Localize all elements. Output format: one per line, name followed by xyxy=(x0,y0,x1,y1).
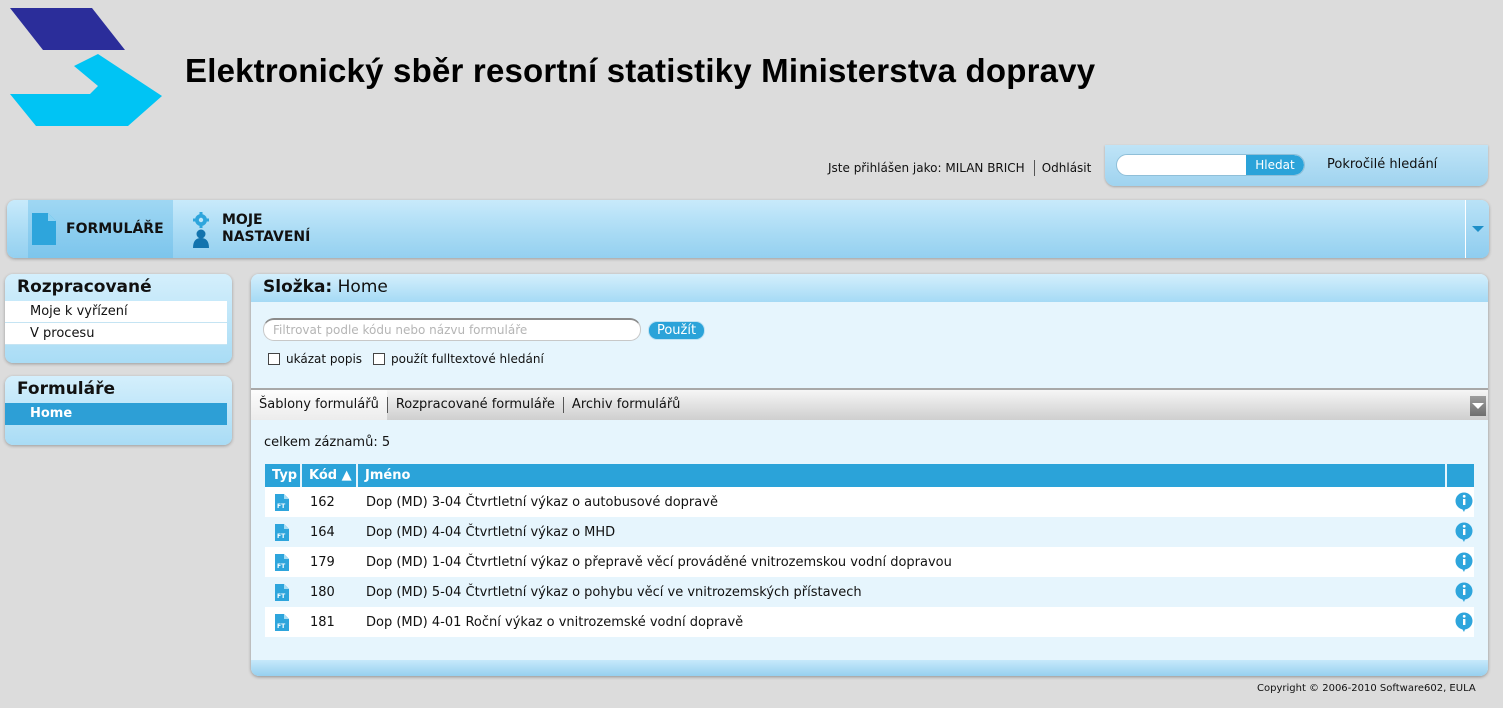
svg-text:FT: FT xyxy=(277,503,286,510)
info-cell xyxy=(1446,487,1474,517)
logout-link[interactable]: Odhlásit xyxy=(1042,161,1092,175)
search-field: Hledat xyxy=(1116,154,1305,176)
record-count: celkem záznamů: 5 xyxy=(264,435,391,450)
chevron-down-icon xyxy=(1471,226,1484,232)
form-template-icon: FT xyxy=(275,583,289,601)
show-description-option: ukázat popis xyxy=(268,352,362,366)
table-row[interactable]: FT 162 Dop (MD) 3-04 Čtvrtletní výkaz o … xyxy=(265,487,1474,517)
fulltext-checkbox[interactable] xyxy=(373,353,385,365)
svg-text:FT: FT xyxy=(277,623,286,630)
svg-text:FT: FT xyxy=(277,593,286,600)
tab-templates[interactable]: Šablony formulářů xyxy=(251,390,387,420)
nav-tab-forms-label: FORMULÁŘE xyxy=(66,221,164,237)
type-cell: FT xyxy=(265,517,301,547)
advanced-search-link[interactable]: Pokročilé hledání xyxy=(1327,157,1437,172)
user-bar: Jste přihlášen jako: MILAN BRICH Odhlási… xyxy=(828,160,1091,176)
info-icon[interactable] xyxy=(1455,552,1473,572)
app-title: Elektronický sběr resortní statistiky Mi… xyxy=(185,52,1096,89)
filter-field xyxy=(263,318,641,341)
tabs-dropdown-button[interactable] xyxy=(1470,396,1486,416)
panel-footer xyxy=(251,660,1488,676)
form-template-icon: FT xyxy=(275,613,289,631)
name-cell[interactable]: Dop (MD) 4-01 Roční výkaz o vnitrozemské… xyxy=(357,607,1446,637)
info-icon[interactable] xyxy=(1455,612,1473,632)
code-cell: 162 xyxy=(301,487,357,517)
column-header-type[interactable]: Typ xyxy=(265,464,302,487)
nav-tab-forms[interactable]: FORMULÁŘE xyxy=(28,200,173,258)
sidebar-wip-title: Rozpracované xyxy=(17,277,152,297)
form-template-icon: FT xyxy=(275,553,289,571)
tab-archive[interactable]: Archiv formulářů xyxy=(564,390,689,420)
folder-label: Složka: xyxy=(263,277,333,297)
info-cell xyxy=(1446,547,1474,577)
table-row[interactable]: FT 164 Dop (MD) 4-04 Čtvrtletní výkaz o … xyxy=(265,517,1474,547)
chevron-down-icon xyxy=(1472,403,1484,409)
info-icon[interactable] xyxy=(1455,492,1473,512)
main-nav: FORMULÁŘE MOJE NASTAVENÍ xyxy=(7,200,1489,258)
nav-tab-settings-label: MOJE NASTAVENÍ xyxy=(222,212,311,245)
column-header-name[interactable]: Jméno xyxy=(357,464,1447,487)
column-header-info xyxy=(1446,464,1474,487)
type-cell: FT xyxy=(265,487,301,517)
app-logo xyxy=(10,8,162,126)
table-row[interactable]: FT 181 Dop (MD) 4-01 Roční výkaz o vnitr… xyxy=(265,607,1474,637)
show-description-label: ukázat popis xyxy=(286,352,363,366)
type-cell: FT xyxy=(265,577,301,607)
gear-person-icon xyxy=(193,212,209,248)
column-header-code[interactable]: Kód ▲ xyxy=(301,464,358,487)
search-box: Hledat Pokročilé hledání xyxy=(1105,145,1488,186)
info-cell xyxy=(1446,577,1474,607)
sidebar-wip-box: Rozpracované Moje k vyřízení V procesu xyxy=(5,274,232,363)
info-icon[interactable] xyxy=(1455,582,1473,602)
apply-filter-button[interactable]: Použít xyxy=(648,321,705,340)
document-icon xyxy=(32,213,56,245)
code-cell: 181 xyxy=(301,607,357,637)
table-row[interactable]: FT 180 Dop (MD) 5-04 Čtvrtletní výkaz o … xyxy=(265,577,1474,607)
filter-input[interactable] xyxy=(264,320,624,339)
copyright: Copyright © 2006-2010 Software602, EULA xyxy=(1257,683,1476,694)
content-panel: Složka: Home Použít ukázat popis použít … xyxy=(251,274,1488,676)
form-tabs: Šablony formulářů Rozpracované formuláře… xyxy=(251,388,1488,420)
code-cell: 164 xyxy=(301,517,357,547)
search-input[interactable] xyxy=(1117,155,1243,175)
info-cell xyxy=(1446,607,1474,637)
show-description-checkbox[interactable] xyxy=(268,353,280,365)
sidebar-forms-box: Formuláře Home xyxy=(5,376,232,445)
info-icon[interactable] xyxy=(1455,522,1473,542)
tab-in-progress[interactable]: Rozpracované formuláře xyxy=(388,390,563,420)
name-cell[interactable]: Dop (MD) 3-04 Čtvrtletní výkaz o autobus… xyxy=(357,487,1446,517)
folder-header: Složka: Home xyxy=(251,274,1488,302)
form-template-icon: FT xyxy=(275,523,289,541)
name-cell[interactable]: Dop (MD) 1-04 Čtvrtletní výkaz o přeprav… xyxy=(357,547,1446,577)
sidebar-forms-title: Formuláře xyxy=(17,379,116,399)
table-row[interactable]: FT 179 Dop (MD) 1-04 Čtvrtletní výkaz o … xyxy=(265,547,1474,577)
info-cell xyxy=(1446,517,1474,547)
svg-text:FT: FT xyxy=(277,533,286,540)
nav-expand-button[interactable] xyxy=(1465,200,1489,258)
table-header-row: Typ Kód ▲ Jméno xyxy=(265,464,1474,487)
form-template-icon: FT xyxy=(275,493,289,511)
sidebar-item-my-tasks[interactable]: Moje k vyřízení xyxy=(5,301,227,323)
folder-name: Home xyxy=(337,277,388,297)
fulltext-option: použít fulltextové hledání xyxy=(373,352,544,366)
sidebar-item-home[interactable]: Home xyxy=(5,403,227,425)
logged-in-user: Jste přihlášen jako: MILAN BRICH xyxy=(828,161,1025,175)
svg-text:FT: FT xyxy=(277,563,286,570)
code-cell: 180 xyxy=(301,577,357,607)
forms-table: Typ Kód ▲ Jméno FT 162 Dop (MD) 3-04 Čtv… xyxy=(265,464,1474,637)
search-button[interactable]: Hledat xyxy=(1246,155,1304,175)
sidebar-item-in-process[interactable]: V procesu xyxy=(5,323,227,345)
name-cell[interactable]: Dop (MD) 4-04 Čtvrtletní výkaz o MHD xyxy=(357,517,1446,547)
nav-tab-settings[interactable]: MOJE NASTAVENÍ xyxy=(190,212,332,248)
divider xyxy=(1033,160,1035,176)
type-cell: FT xyxy=(265,547,301,577)
code-cell: 179 xyxy=(301,547,357,577)
fulltext-label: použít fulltextové hledání xyxy=(391,352,544,366)
name-cell[interactable]: Dop (MD) 5-04 Čtvrtletní výkaz o pohybu … xyxy=(357,577,1446,607)
type-cell: FT xyxy=(265,607,301,637)
